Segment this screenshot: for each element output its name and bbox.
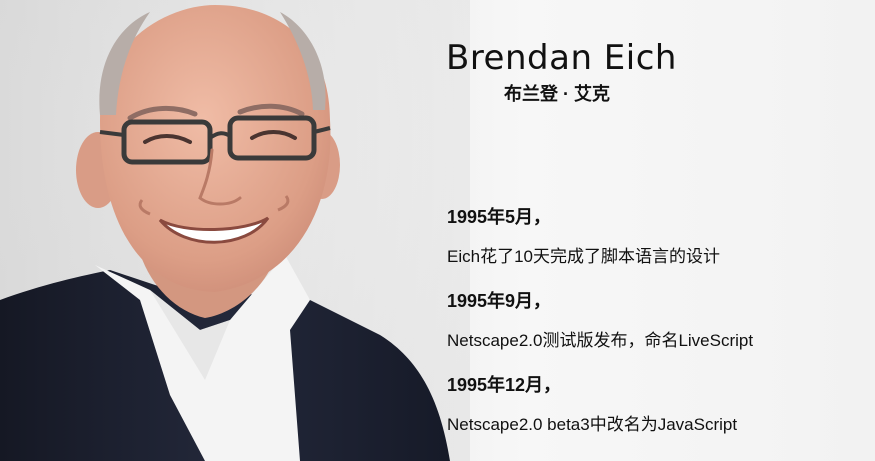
timeline-description: Netscape2.0 beta3中改名为JavaScript: [447, 415, 738, 434]
timeline-description: Eich花了10天完成了脚本语言的设计: [447, 247, 720, 266]
timeline-entry: 1995年9月， Netscape2.0测试版发布，命名LiveScript: [447, 288, 867, 354]
timeline-description: Netscape2.0测试版发布，命名LiveScript: [447, 331, 754, 350]
name-block: Brendan Eich 布兰登 · 艾克: [446, 38, 746, 106]
timeline-entry: 1995年5月， Eich花了10天完成了脚本语言的设计: [447, 204, 867, 270]
name-chinese: 布兰登 · 艾克: [504, 84, 610, 104]
portrait-photo: [0, 0, 470, 461]
timeline-date: 1995年5月，: [447, 207, 552, 227]
timeline: 1995年5月， Eich花了10天完成了脚本语言的设计 1995年9月， Ne…: [447, 204, 867, 456]
timeline-date: 1995年9月，: [447, 291, 552, 311]
timeline-entry: 1995年12月， Netscape2.0 beta3中改名为JavaScrip…: [447, 372, 867, 438]
name-english: Brendan Eich: [446, 38, 677, 78]
timeline-date: 1995年12月，: [447, 375, 562, 395]
